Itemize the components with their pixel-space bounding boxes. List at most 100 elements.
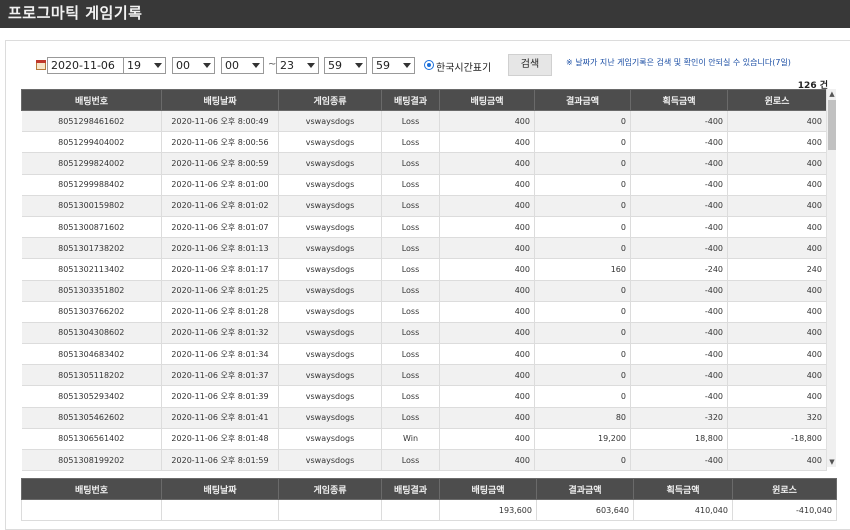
- result-amount-cell: 0: [534, 364, 631, 387]
- winloss-cell: 400: [727, 280, 827, 302]
- table-row[interactable]: 8051305293402 2020-11-06 오후 8:01:39 vsways…: [21, 385, 827, 408]
- table-row[interactable]: 8051301738202 2020-11-06 오후 8:01:13 vsways…: [21, 237, 827, 260]
- table-row[interactable]: 8051299988402 2020-11-06 오후 8:01:00 vsways…: [21, 174, 827, 196]
- table-row[interactable]: 8051299404002 2020-11-06 오후 8:00:56 vsways…: [21, 131, 827, 154]
- table-row[interactable]: 8051303351802 2020-11-06 오후 8:01:25 vsways…: [21, 280, 827, 302]
- bet-result-cell: Loss: [381, 216, 440, 239]
- table-row[interactable]: 8051304308602 2020-11-06 오후 8:01:32 vsways…: [21, 322, 827, 345]
- winloss-cell: -18,800: [727, 428, 827, 451]
- vertical-scrollbar[interactable]: ▲ ▼: [826, 89, 836, 467]
- game-type-cell: vswaysdogs: [278, 216, 382, 239]
- table-row[interactable]: 8051300871602 2020-11-06 오후 8:01:07 vsways…: [21, 216, 827, 239]
- search-button[interactable]: 검색: [508, 54, 552, 76]
- result-amount-cell: 0: [534, 322, 631, 345]
- table-row[interactable]: 8051300159802 2020-11-06 오후 8:01:02 vsways…: [21, 195, 827, 217]
- start-second-value: 00: [225, 59, 239, 72]
- scroll-down-icon[interactable]: ▼: [828, 458, 836, 466]
- winloss-cell: 400: [727, 216, 827, 239]
- result-amount-cell: 0: [534, 152, 631, 175]
- winloss-cell: 400: [727, 110, 827, 133]
- table-body: 8051298461602 2020-11-06 오후 8:00:49 vsways…: [21, 110, 827, 472]
- end-minute-select[interactable]: 59: [324, 57, 367, 74]
- bet-date-cell: 2020-11-06 오후 8:01:41: [161, 407, 279, 429]
- search-controls: 2020-11-06 19 00 00 ~ 23 59 59 한국시간표기 검색…: [36, 54, 836, 76]
- table-row[interactable]: 8051302113402 2020-11-06 오후 8:01:17 vsways…: [21, 258, 827, 281]
- bet-amount-cell: 400: [439, 152, 535, 175]
- korea-time-radio[interactable]: [424, 60, 434, 70]
- game-type-cell: vswaysdogs: [278, 322, 382, 345]
- start-second-select[interactable]: 00: [221, 57, 264, 74]
- bet-result-cell: Loss: [381, 280, 440, 302]
- game-type-cell: vswaysdogs: [278, 428, 382, 451]
- table-row[interactable]: 8051305118202 2020-11-06 오후 8:01:37 vsways…: [21, 364, 827, 387]
- bet-date-cell: 2020-11-06 오후 8:00:49: [161, 110, 279, 133]
- game-type-cell: vswaysdogs: [278, 407, 382, 429]
- bet-date-cell: 2020-11-06 오후 8:01:17: [161, 258, 279, 281]
- bet-history-table: 배팅번호 배팅날짜 게임종류 배팅결과 배팅금액 결과금액 획득금액 윈로스 8…: [21, 89, 827, 472]
- bet-number-cell: 8051300159802: [21, 195, 162, 217]
- game-type-cell: vswaysdogs: [278, 195, 382, 217]
- scroll-thumb[interactable]: [828, 100, 836, 150]
- bet-result-cell: Loss: [381, 237, 440, 260]
- gain-amount-cell: -400: [630, 195, 728, 217]
- table-row[interactable]: 8051306561402 2020-11-06 오후 8:01:48 vsways…: [21, 428, 827, 451]
- bet-result-cell: Loss: [381, 385, 440, 408]
- game-type-cell: vswaysdogs: [278, 385, 382, 408]
- bet-number-cell: 8051306561402: [21, 428, 162, 451]
- korea-time-label: 한국시간표기: [436, 63, 492, 74]
- game-type-cell: vswaysdogs: [278, 174, 382, 196]
- column-header: 획득금액: [630, 89, 728, 111]
- table-row[interactable]: 8051303766202 2020-11-06 오후 8:01:28 vsways…: [21, 301, 827, 323]
- end-second-select[interactable]: 59: [372, 57, 415, 74]
- column-header: 결과금액: [536, 478, 634, 500]
- bet-number-cell: 8051299404002: [21, 131, 162, 154]
- calendar-icon[interactable]: [36, 60, 46, 70]
- end-hour-select[interactable]: 23: [276, 57, 319, 74]
- chevron-down-icon: [403, 63, 411, 68]
- table-row[interactable]: 8051304683402 2020-11-06 오후 8:01:34 vsways…: [21, 343, 827, 366]
- chevron-down-icon: [355, 63, 363, 68]
- bet-date-cell: 2020-11-06 오후 8:01:00: [161, 174, 279, 196]
- table-row[interactable]: 8051305462602 2020-11-06 오후 8:01:41 vsways…: [21, 407, 827, 429]
- gain-amount-cell: -400: [630, 174, 728, 196]
- bet-amount-cell: 400: [439, 364, 535, 387]
- result-amount-cell: 0: [534, 449, 631, 472]
- bet-number-cell: 8051304308602: [21, 322, 162, 345]
- winloss-cell: 400: [727, 195, 827, 217]
- bet-amount-cell: 400: [439, 301, 535, 323]
- bet-amount-cell: 400: [439, 407, 535, 429]
- end-minute-value: 59: [328, 59, 342, 72]
- column-header: 배팅금액: [439, 89, 535, 111]
- scroll-up-icon[interactable]: ▲: [828, 90, 836, 98]
- result-amount-cell: 19,200: [534, 428, 631, 451]
- gain-amount-cell: -400: [630, 385, 728, 408]
- bet-amount-cell: 400: [439, 174, 535, 196]
- column-header: 게임종류: [278, 89, 382, 111]
- totals-table: 배팅번호 배팅날짜 게임종류 배팅결과 배팅금액 결과금액 획득금액 윈로스 1…: [21, 478, 837, 521]
- bet-result-cell: Loss: [381, 174, 440, 196]
- bet-result-cell: Loss: [381, 322, 440, 345]
- bet-result-cell: Loss: [381, 301, 440, 323]
- bet-amount-cell: 400: [439, 449, 535, 472]
- game-type-cell: vswaysdogs: [278, 364, 382, 387]
- total-cell: [161, 499, 279, 521]
- result-amount-cell: 160: [534, 258, 631, 281]
- table-row[interactable]: 8051298461602 2020-11-06 오후 8:00:49 vsways…: [21, 110, 827, 133]
- bet-date-cell: 2020-11-06 오후 8:01:25: [161, 280, 279, 302]
- start-hour-value: 19: [127, 59, 141, 72]
- start-minute-select[interactable]: 00: [172, 57, 215, 74]
- bet-date-cell: 2020-11-06 오후 8:01:32: [161, 322, 279, 345]
- gain-amount-cell: 18,800: [630, 428, 728, 451]
- notice-text: ※ 날짜가 지난 게임기록은 검색 및 확인이 안되실 수 있습니다(7일): [566, 58, 791, 67]
- column-header: 배팅번호: [21, 478, 162, 500]
- winloss-cell: 240: [727, 258, 827, 281]
- bet-number-cell: 8051303766202: [21, 301, 162, 323]
- result-amount-cell: 0: [534, 216, 631, 239]
- table-row[interactable]: 8051308199202 2020-11-06 오후 8:01:59 vsways…: [21, 449, 827, 472]
- game-type-cell: vswaysdogs: [278, 280, 382, 302]
- table-row[interactable]: 8051299824002 2020-11-06 오후 8:00:59 vsways…: [21, 152, 827, 175]
- bet-number-cell: 8051300871602: [21, 216, 162, 239]
- start-hour-select[interactable]: 19: [123, 57, 166, 74]
- game-type-cell: vswaysdogs: [278, 343, 382, 366]
- bet-number-cell: 8051305462602: [21, 407, 162, 429]
